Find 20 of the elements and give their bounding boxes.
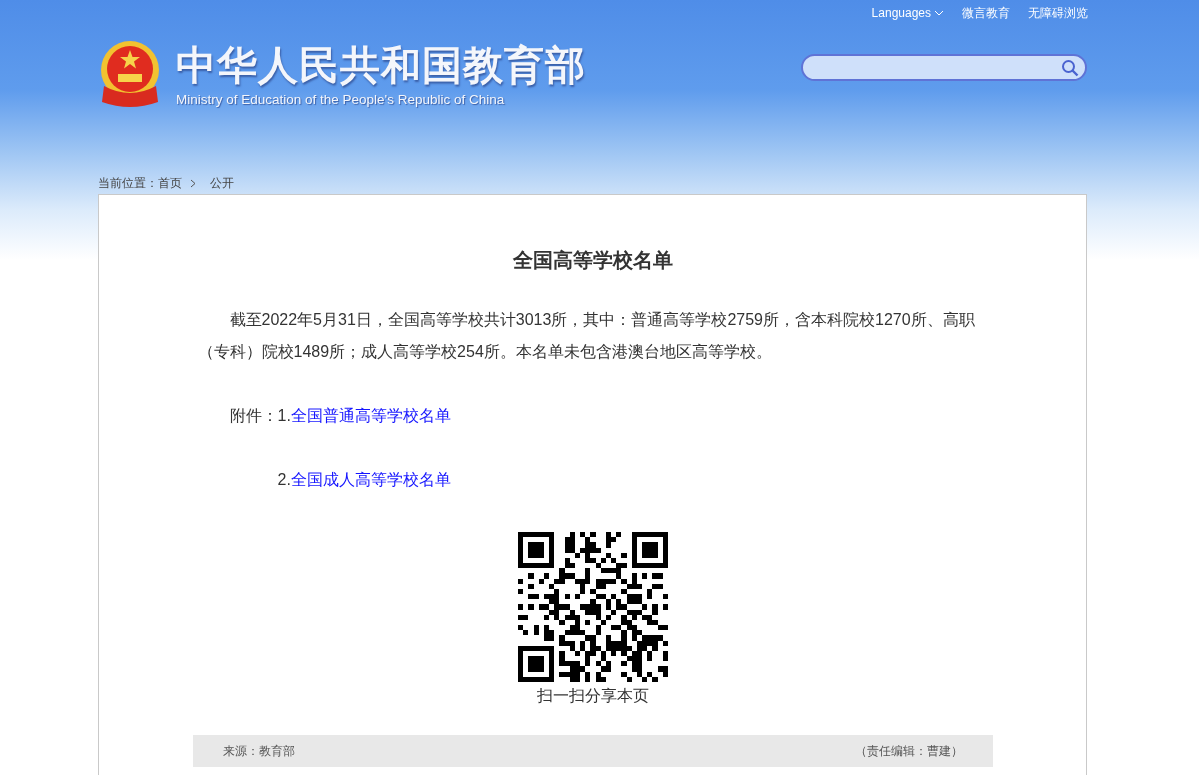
article-paragraph: 截至2022年5月31日，全国高等学校共计3013所，其中：普通高等学校2759所，含本科院校1270所、高职（专科）院校1489所；成人高等学校254所。本名单未包含港澳台地区高等学校。 bbox=[197, 310, 976, 362]
article-title: 全国高等学校名单 bbox=[512, 248, 673, 273]
editor-text: （责任编辑：曹建） bbox=[854, 742, 963, 760]
attachment-label: 附件： bbox=[229, 406, 278, 426]
search-field[interactable] bbox=[801, 54, 1087, 81]
chevron-right-icon bbox=[190, 178, 196, 188]
attachment-number: 1. bbox=[277, 406, 291, 426]
source-text: 来源：教育部 bbox=[222, 742, 295, 760]
breadcrumb-link[interactable]: 公开 bbox=[210, 174, 234, 192]
attachment-link[interactable]: 全国成人高等学校名单 bbox=[290, 464, 451, 496]
emblem-icon bbox=[98, 40, 162, 108]
site-title: 中华人民共和国教育部 bbox=[176, 41, 586, 88]
chevron-down-icon bbox=[934, 10, 944, 16]
attachment-link[interactable]: 全国普通高等学校名单 bbox=[290, 400, 451, 432]
site-subtitle: Ministry of Education of the People's Republic of China bbox=[176, 91, 506, 107]
breadcrumb-label: 当前位置： bbox=[98, 174, 158, 192]
qr-caption: 扫一扫分享本页 bbox=[536, 686, 649, 706]
breadcrumb-link[interactable]: 首页 bbox=[158, 174, 182, 192]
search-icon[interactable] bbox=[1061, 58, 1079, 77]
attachment-number: 2. bbox=[277, 470, 291, 490]
